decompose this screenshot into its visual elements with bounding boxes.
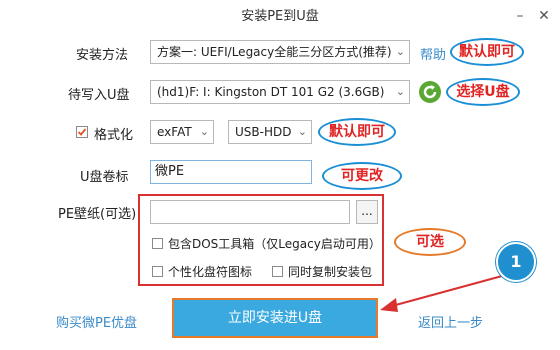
back-link[interactable]: 返回上一步 (418, 312, 483, 331)
wallpaper-input[interactable] (150, 200, 350, 224)
target-usb-value: (hd1)F: I: Kingston DT 101 G2 (3.6GB) (157, 85, 385, 99)
help-link[interactable]: 帮助 (420, 44, 446, 63)
format-label: 格式化 (94, 128, 134, 143)
format-checkbox[interactable] (76, 126, 88, 138)
install-method-select[interactable]: 方案一: UEFI/Legacy全能三分区方式(推荐) ⌄ (150, 40, 410, 64)
minimize-button[interactable]: – (510, 6, 530, 26)
chevron-down-icon: ⌄ (199, 125, 209, 138)
annotation-select-usb: 选择U盘 (446, 78, 520, 106)
buy-usb-link[interactable]: 购买微PE优盘 (56, 312, 137, 331)
install-button[interactable]: 立即安装进U盘 (172, 298, 378, 338)
close-button[interactable]: ✕ (534, 6, 554, 26)
refresh-icon[interactable] (418, 80, 442, 104)
target-usb-select[interactable]: (hd1)F: I: Kingston DT 101 G2 (3.6GB) ⌄ (150, 80, 410, 104)
check-icon (77, 128, 87, 136)
target-usb-label: 待写入U盘 (68, 88, 130, 103)
install-method-label: 安装方法 (76, 48, 129, 63)
dos-tools-label: 包含DOS工具箱（仅Legacy启动可用） (168, 237, 381, 251)
browse-button[interactable]: ... (356, 200, 378, 224)
boot-mode-select[interactable]: USB-HDD ⌄ (228, 120, 312, 144)
annotation-default-1: 默认即可 (450, 38, 524, 66)
dos-tools-checkbox[interactable] (152, 238, 163, 249)
custom-icon-label: 个性化盘符图标 (168, 265, 253, 279)
annotation-default-2: 默认即可 (318, 118, 396, 146)
fs-value: exFAT (157, 125, 192, 139)
copy-pkg-label: 同时复制安装包 (288, 265, 373, 279)
wallpaper-label: PE壁纸(可选) (58, 207, 137, 222)
chevron-down-icon: ⌄ (395, 45, 405, 58)
volume-label: U盘卷标 (80, 170, 129, 185)
chevron-down-icon: ⌄ (297, 125, 307, 138)
custom-icon-checkbox[interactable] (152, 266, 163, 277)
annotation-changeable: 可更改 (322, 162, 402, 190)
step-badge: 1 (496, 242, 536, 282)
volume-input[interactable]: 微PE (150, 160, 312, 184)
boot-mode-value: USB-HDD (235, 125, 292, 139)
chevron-down-icon: ⌄ (395, 85, 405, 98)
install-method-value: 方案一: UEFI/Legacy全能三分区方式(推荐) (157, 45, 392, 59)
copy-pkg-checkbox[interactable] (272, 266, 283, 277)
fs-select[interactable]: exFAT ⌄ (150, 120, 214, 144)
window-title: 安装PE到U盘 (241, 9, 319, 24)
